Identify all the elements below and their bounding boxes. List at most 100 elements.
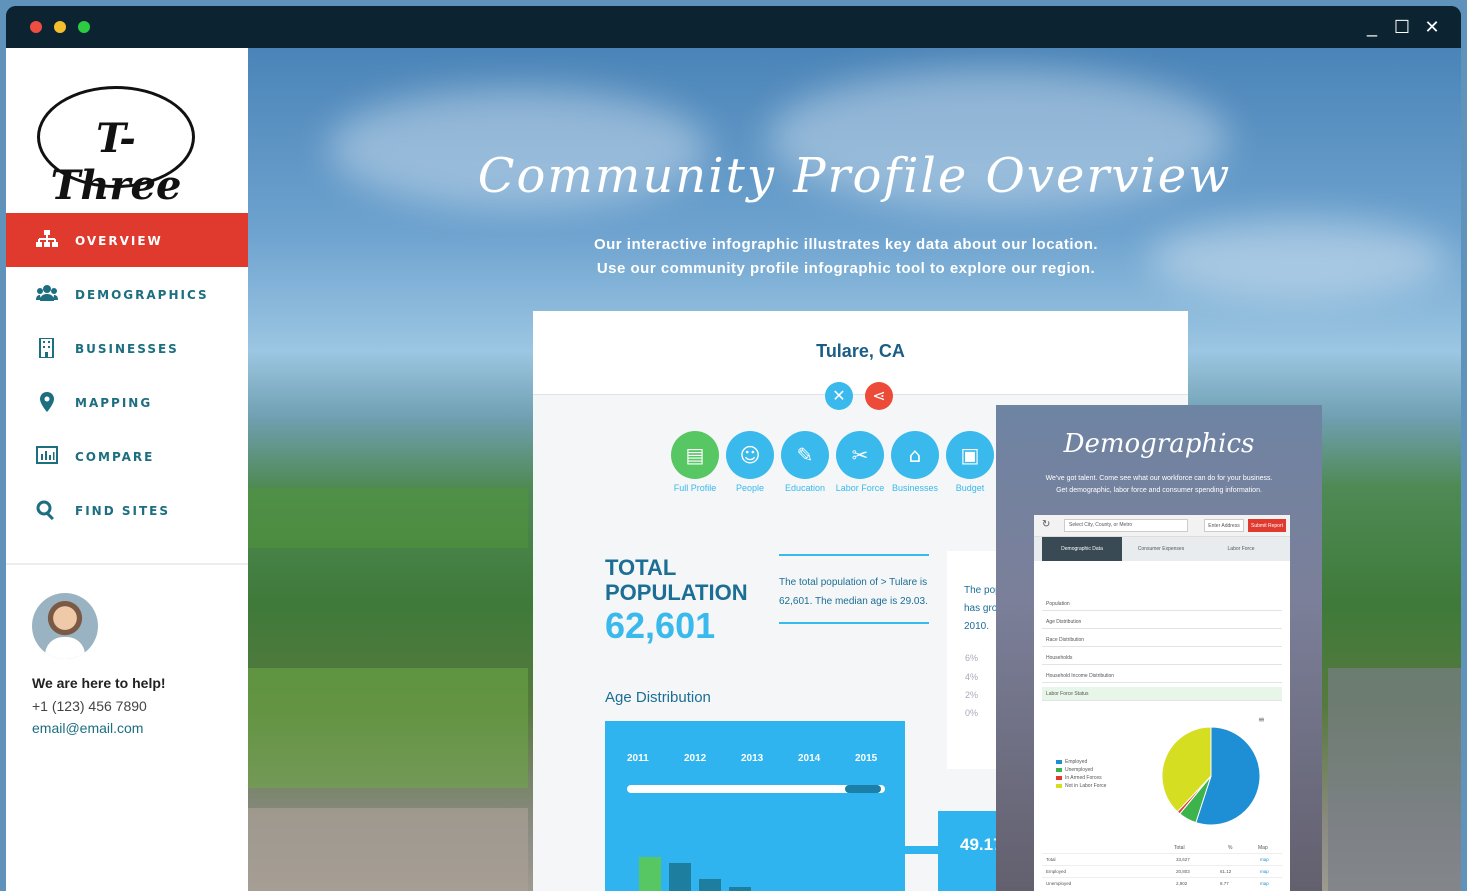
accordion-row[interactable]: Age Distribution — [1042, 615, 1282, 629]
table-cell: 2,902 — [1176, 881, 1188, 886]
close-dot-button[interactable] — [30, 21, 42, 33]
refresh-icon[interactable]: ↻ — [1042, 519, 1050, 530]
city-title: Tulare, CA — [816, 341, 905, 361]
sidebar-item-label: FIND SITES — [75, 504, 170, 518]
percent-tick: 4% — [965, 672, 979, 682]
legend-swatch — [1056, 767, 1062, 772]
divider — [779, 554, 929, 556]
year-tab[interactable]: 2011 — [627, 753, 649, 764]
search-icon — [36, 500, 60, 521]
total-population-label-line: POPULATION — [605, 580, 748, 605]
table-cell: 8.77 — [1220, 881, 1229, 886]
accordion-row-active[interactable]: Labor Force Status — [1042, 687, 1282, 701]
users-icon — [36, 284, 60, 304]
logo-text: T-Three — [50, 115, 182, 209]
demographics-panel: Demographics We've got talent. Come see … — [996, 405, 1322, 891]
map-link[interactable]: map — [1260, 878, 1269, 890]
legend-swatch — [1056, 775, 1062, 780]
age-bar — [729, 887, 751, 891]
accordion-row[interactable]: Households — [1042, 651, 1282, 665]
tab-demographic-data[interactable]: Demographic Data — [1042, 537, 1122, 561]
demographics-subtitle: We've got talent. Come see what our work… — [1045, 475, 1273, 482]
maximize-icon[interactable]: ☐ — [1390, 15, 1414, 39]
tab-labor-force[interactable]: Labor Force — [1200, 537, 1282, 561]
zoom-dot-button[interactable] — [78, 21, 90, 33]
table-cell: Unemployed — [1046, 881, 1072, 886]
sidebar-item-label: MAPPING — [75, 396, 153, 410]
share-icon[interactable]: ⋖ — [865, 382, 893, 410]
sidebar-item-compare[interactable]: COMPARE — [6, 429, 248, 483]
percent-tick: 6% — [965, 653, 979, 663]
sitemap-icon — [36, 230, 60, 250]
panel-tabs: Demographic Data Consumer Expenses Labor… — [1034, 537, 1290, 561]
legend-item: Employed — [1056, 759, 1087, 765]
sidebar-item-label: COMPARE — [75, 450, 155, 464]
age-bar — [669, 863, 691, 891]
page-title: Community Profile Overview — [477, 148, 1232, 204]
accordion-row[interactable]: Household Income Distribution — [1042, 669, 1282, 683]
submit-report-button[interactable]: Submit Report — [1248, 519, 1286, 532]
sidebar: T-Three OVERVIEW DEMOGRAPHICS BUSINESSES — [6, 48, 248, 891]
sidebar-divider — [6, 563, 248, 565]
demographics-app: ↻ Select City, County, or Metro Enter Ad… — [1034, 515, 1290, 891]
labor-force-icon[interactable]: ✂ — [836, 431, 884, 479]
table-row: Employed 20,803 61.12 map — [1042, 865, 1282, 877]
legend-label: In Armed Forces — [1065, 775, 1102, 781]
menu-icon[interactable]: ≡ — [1258, 715, 1265, 724]
tab-consumer-expenses[interactable]: Consumer Expenses — [1122, 537, 1200, 561]
sidebar-item-demographics[interactable]: DEMOGRAPHICS — [6, 267, 248, 321]
year-tab[interactable]: 2014 — [798, 753, 820, 764]
sidebar-item-businesses[interactable]: BUSINESSES — [6, 321, 248, 375]
field — [1328, 668, 1461, 891]
field — [248, 808, 528, 891]
total-population-label-line: TOTAL — [605, 555, 677, 580]
help-title: We are here to help! — [32, 675, 166, 691]
map-pin-icon — [36, 392, 60, 412]
sidebar-item-find-sites[interactable]: FIND SITES — [6, 483, 248, 537]
age-distribution-chart: 2011 2012 2013 2014 2015 — [605, 721, 905, 891]
sidebar-item-label: BUSINESSES — [75, 342, 179, 356]
minimize-icon[interactable]: _ — [1360, 15, 1384, 39]
year-tab[interactable]: 2013 — [741, 753, 763, 764]
help-phone[interactable]: +1 (123) 456 7890 — [32, 698, 147, 714]
accordion-row[interactable]: Race Distribution — [1042, 633, 1282, 647]
close-icon[interactable]: ✕ — [825, 382, 853, 410]
budget-icon[interactable]: ▣ — [946, 431, 994, 479]
education-icon[interactable]: ✎ — [781, 431, 829, 479]
minimize-dot-button[interactable] — [54, 21, 66, 33]
legend-item: Unemployed — [1056, 767, 1093, 773]
sidebar-item-overview[interactable]: OVERVIEW — [6, 213, 248, 267]
sidebar-item-mapping[interactable]: MAPPING — [6, 375, 248, 429]
legend-label: Unemployed — [1065, 767, 1094, 773]
hero-subtitle: Our interactive infographic illustrates … — [593, 236, 1099, 253]
enter-address-button[interactable]: Enter Address — [1204, 519, 1244, 532]
field — [248, 488, 528, 548]
legend-item: In Armed Forces — [1056, 775, 1102, 781]
businesses-icon[interactable]: ⌂ — [891, 431, 939, 479]
age-distribution-title: Age Distribution — [605, 689, 711, 706]
bar-chart-icon — [36, 446, 60, 466]
help-email-link[interactable]: email@email.com — [32, 720, 143, 736]
close-icon[interactable]: ✕ — [1420, 15, 1444, 39]
connector — [905, 846, 938, 854]
population-description: The total population of > Tulare is 62,6… — [779, 577, 928, 607]
total-population-label: TOTAL POPULATION — [605, 555, 748, 605]
year-slider-handle[interactable] — [845, 785, 881, 793]
panel-toolbar: ↻ Select City, County, or Metro Enter Ad… — [1034, 515, 1290, 537]
people-icon[interactable]: ☺ — [726, 431, 774, 479]
field — [248, 668, 528, 788]
logo[interactable]: T-Three — [37, 86, 195, 209]
year-tab[interactable]: 2012 — [684, 753, 706, 764]
year-tab[interactable]: 2015 — [855, 753, 877, 764]
location-select[interactable]: Select City, County, or Metro — [1064, 519, 1188, 532]
legend-swatch — [1056, 783, 1062, 788]
demographics-title: Demographics — [1063, 429, 1255, 459]
total-population-value: 62,601 — [605, 605, 716, 646]
full-profile-icon[interactable]: ▤ — [671, 431, 719, 479]
table-row: Total 33,627 map — [1042, 853, 1282, 865]
accordion-row[interactable]: Population — [1042, 597, 1282, 611]
legend-label: Not in Labor Force — [1065, 783, 1107, 789]
sidebar-nav: OVERVIEW DEMOGRAPHICS BUSINESSES MAPPING — [6, 213, 248, 537]
percent-tick: 0% — [965, 708, 979, 718]
labor-force-pie-chart — [1161, 726, 1261, 826]
